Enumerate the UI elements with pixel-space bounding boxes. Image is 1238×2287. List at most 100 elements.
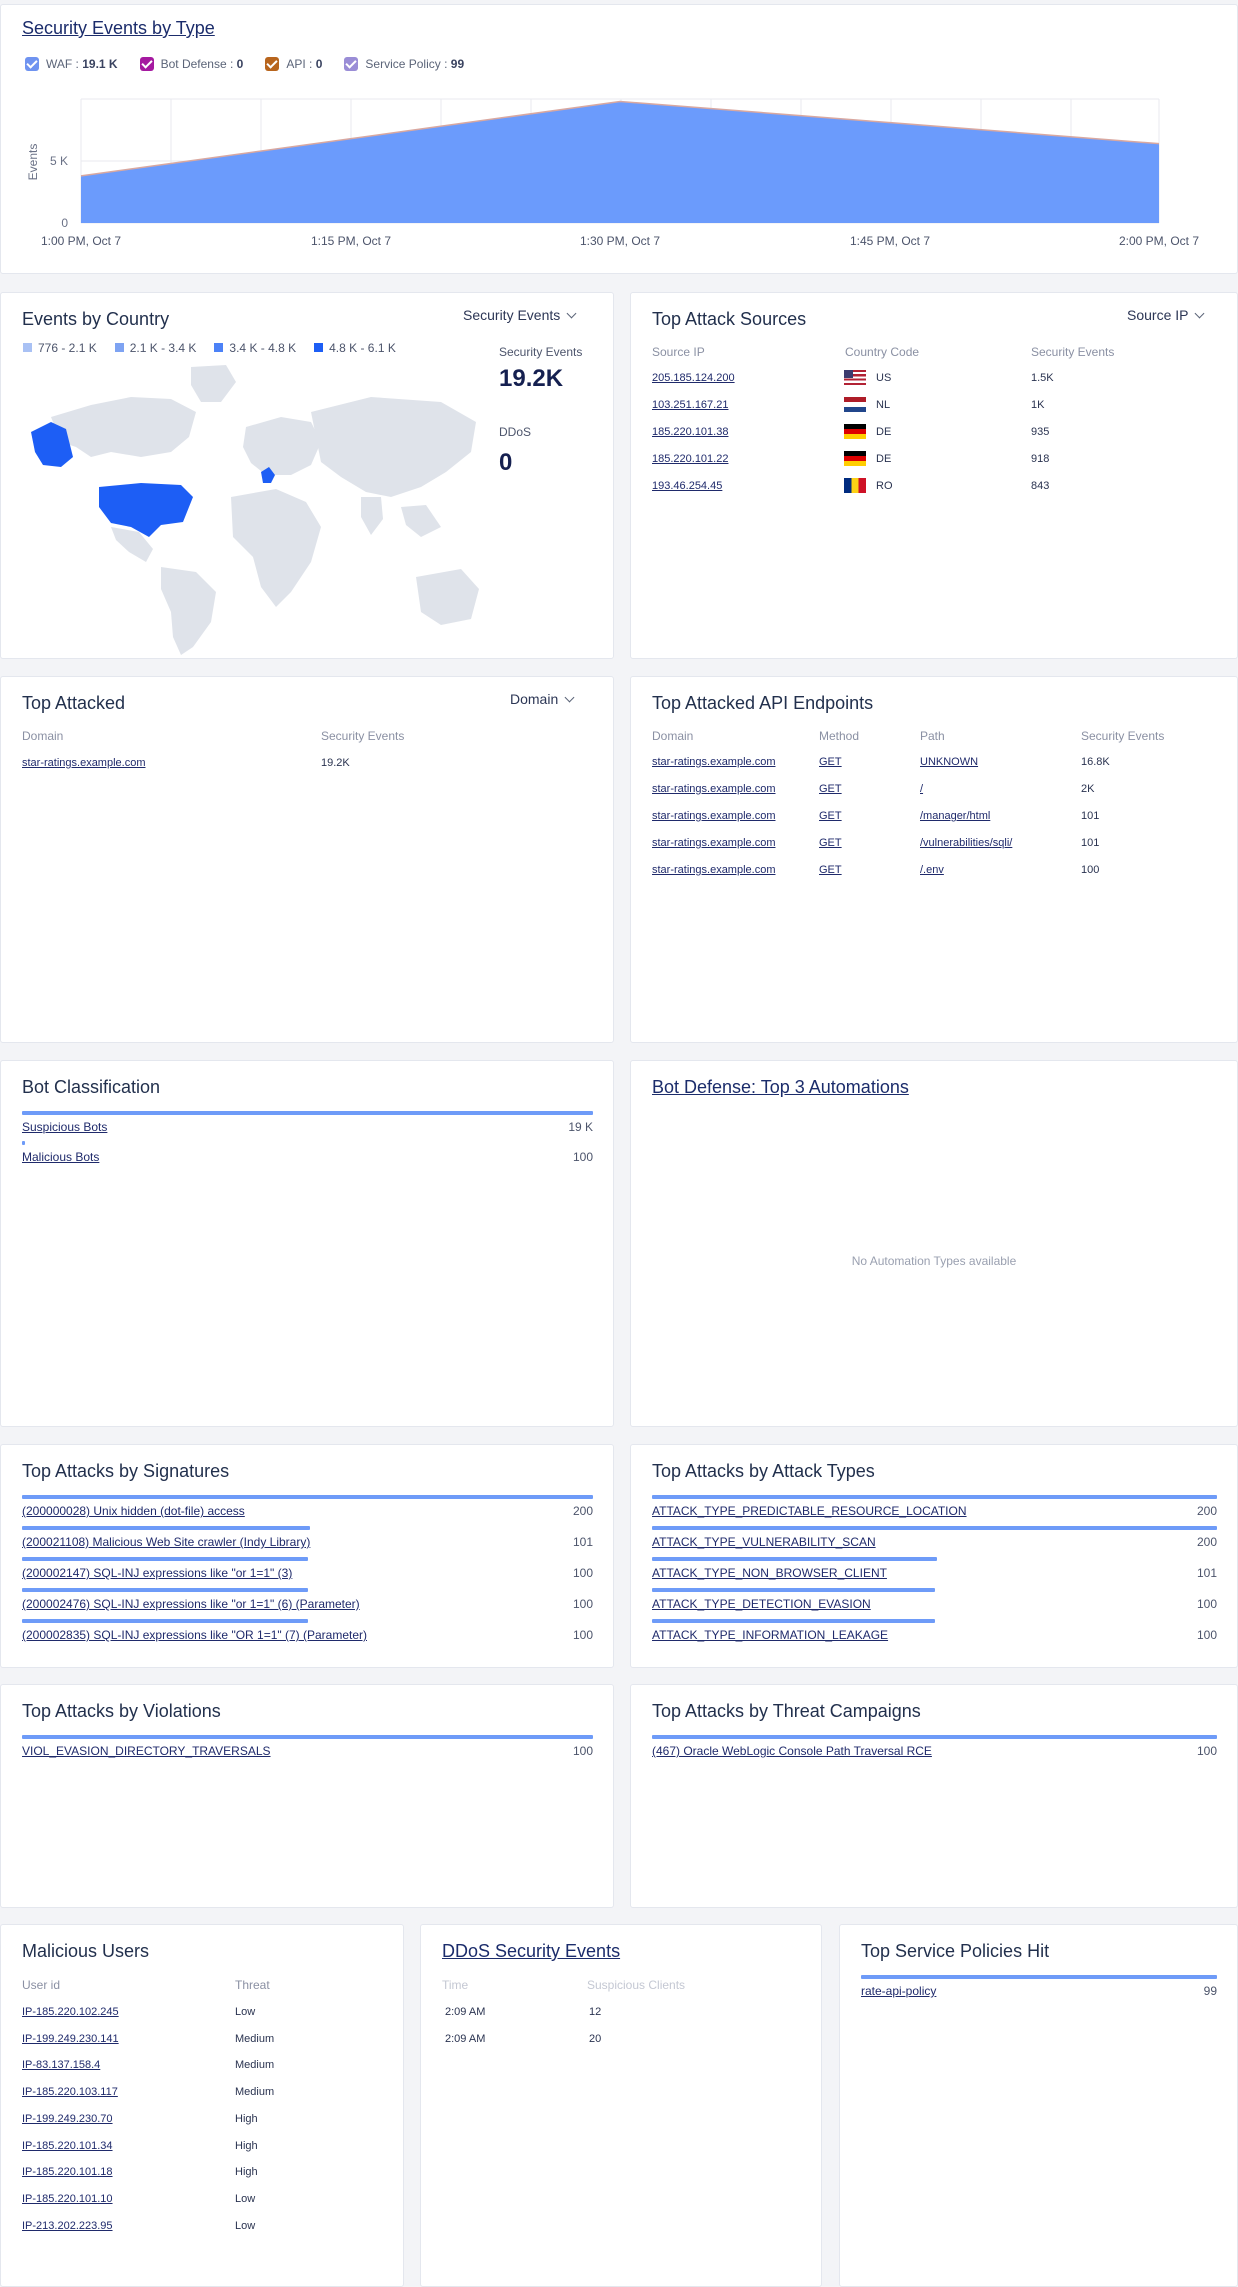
table-row-path[interactable]: /	[920, 783, 923, 795]
bar-label[interactable]: ATTACK_TYPE_VULNERABILITY_SCAN	[652, 1535, 876, 1549]
table-row-domain[interactable]: star-ratings.example.com	[652, 783, 776, 795]
table-row-path[interactable]: /vulnerabilities/sqli/	[920, 837, 1012, 849]
campaigns-title: Top Attacks by Threat Campaigns	[652, 1701, 921, 1721]
bar-list-item[interactable]: (467) Oracle WebLogic Console Path Trave…	[652, 1735, 1217, 1765]
table-row-events: 19.2K	[321, 757, 350, 769]
bar-fill	[22, 1111, 593, 1115]
world-map[interactable]	[21, 357, 481, 657]
table-row-path[interactable]: /.env	[920, 864, 944, 876]
bar-label[interactable]: ATTACK_TYPE_NON_BROWSER_CLIENT	[652, 1566, 887, 1580]
map-africa	[231, 489, 321, 607]
bar-label[interactable]: (467) Oracle WebLogic Console Path Trave…	[652, 1744, 932, 1758]
bar-list-item[interactable]: ATTACK_TYPE_PREDICTABLE_RESOURCE_LOCATIO…	[652, 1495, 1217, 1525]
table-row-user-id[interactable]: IP-213.202.223.95	[22, 2220, 113, 2232]
bar-label[interactable]: (200000028) Unix hidden (dot-file) acces…	[22, 1504, 245, 1518]
bar-list-item[interactable]: VIOL_EVASION_DIRECTORY_TRAVERSALS 100	[22, 1735, 593, 1765]
source-dropdown[interactable]: Source IP	[1127, 307, 1205, 323]
bar-list-item[interactable]: Malicious Bots 100	[22, 1141, 593, 1171]
col-header-time[interactable]: Time	[442, 1978, 468, 1992]
bar-list-item[interactable]: (200000028) Unix hidden (dot-file) acces…	[22, 1495, 593, 1525]
table-row-source-ip[interactable]: 185.220.101.38	[652, 426, 728, 438]
bar-list-item[interactable]: (200002476) SQL-INJ expressions like "or…	[22, 1588, 593, 1618]
col-header-suspicious-clients[interactable]: Suspicious Clients	[587, 1978, 685, 1992]
table-row-source-ip[interactable]: 103.251.167.21	[652, 399, 728, 411]
country-metric-dropdown[interactable]: Security Events	[463, 307, 577, 323]
table-row-user-id[interactable]: IP-185.220.102.245	[22, 2006, 119, 2018]
table-row-path[interactable]: UNKNOWN	[920, 756, 978, 768]
col-header-user-id[interactable]: User id	[22, 1978, 60, 1992]
attacked-dropdown[interactable]: Domain	[510, 691, 575, 707]
bar-label[interactable]: (200021108) Malicious Web Site crawler (…	[22, 1535, 310, 1549]
table-row-method[interactable]: GET	[819, 864, 842, 876]
bar-label[interactable]: Suspicious Bots	[22, 1120, 107, 1134]
bar-label[interactable]: ATTACK_TYPE_INFORMATION_LEAKAGE	[652, 1628, 888, 1642]
table-row-domain[interactable]: star-ratings.example.com	[652, 864, 776, 876]
bar-value: 100	[572, 1628, 593, 1642]
col-header-domain[interactable]: Domain	[652, 729, 693, 743]
bar-list-item[interactable]: rate-api-policy 99	[861, 1975, 1217, 2005]
bar-value: 101	[572, 1535, 593, 1549]
bar-label[interactable]: rate-api-policy	[861, 1984, 936, 1998]
col-header-domain[interactable]: Domain	[22, 729, 63, 743]
bar-list-item[interactable]: (200002147) SQL-INJ expressions like "or…	[22, 1557, 593, 1587]
col-header-security-events[interactable]: Security Events	[321, 729, 404, 743]
col-header-threat[interactable]: Threat	[235, 1978, 270, 1992]
table-row-domain[interactable]: star-ratings.example.com	[652, 837, 776, 849]
dropdown-label: Security Events	[463, 307, 561, 323]
table-row-domain[interactable]: star-ratings.example.com	[652, 810, 776, 822]
col-header-country-code[interactable]: Country Code	[845, 345, 919, 359]
bar-fill	[22, 1141, 25, 1145]
table-row-method[interactable]: GET	[819, 756, 842, 768]
table-row-method[interactable]: GET	[819, 783, 842, 795]
bar-label[interactable]: VIOL_EVASION_DIRECTORY_TRAVERSALS	[22, 1744, 271, 1758]
signatures-title: Top Attacks by Signatures	[22, 1461, 230, 1481]
table-row-threat: Low	[235, 2219, 256, 2232]
violations-title: Top Attacks by Violations	[22, 1701, 221, 1721]
bar-value: 100	[572, 1597, 593, 1611]
col-header-path[interactable]: Path	[920, 729, 945, 743]
map-legend-item: 776 - 2.1 K	[23, 341, 97, 355]
bar-label[interactable]: (200002835) SQL-INJ expressions like "OR…	[22, 1628, 367, 1642]
bar-list-item[interactable]: ATTACK_TYPE_VULNERABILITY_SCAN 200	[652, 1526, 1217, 1556]
col-header-method[interactable]: Method	[819, 729, 859, 743]
table-row-path[interactable]: /manager/html	[920, 810, 990, 822]
col-header-source-ip[interactable]: Source IP	[652, 345, 705, 359]
table-row-domain[interactable]: star-ratings.example.com	[22, 757, 146, 769]
table-row-domain[interactable]: star-ratings.example.com	[652, 756, 776, 768]
table-row-user-id[interactable]: IP-185.220.101.18	[22, 2166, 113, 2178]
bar-list-item[interactable]: ATTACK_TYPE_NON_BROWSER_CLIENT 101	[652, 1557, 1217, 1587]
bar-label[interactable]: (200002147) SQL-INJ expressions like "or…	[22, 1566, 292, 1580]
ddos-title[interactable]: DDoS Security Events	[442, 1941, 620, 1962]
bar-label[interactable]: (200002476) SQL-INJ expressions like "or…	[22, 1597, 360, 1611]
bar-list-item[interactable]: ATTACK_TYPE_INFORMATION_LEAKAGE 100	[652, 1619, 1217, 1649]
table-row-user-id[interactable]: IP-83.137.158.4	[22, 2059, 100, 2071]
bar-label[interactable]: Malicious Bots	[22, 1150, 99, 1164]
bar-fill	[22, 1588, 308, 1592]
col-header-security-events[interactable]: Security Events	[1081, 729, 1164, 743]
table-row-source-ip[interactable]: 193.46.254.45	[652, 480, 722, 492]
bar-value: 101	[1196, 1566, 1217, 1580]
table-row-method[interactable]: GET	[819, 837, 842, 849]
table-row-user-id[interactable]: IP-185.220.101.10	[22, 2193, 113, 2205]
bar-list-item[interactable]: Suspicious Bots 19 K	[22, 1111, 593, 1141]
table-row-source-ip[interactable]: 185.220.101.22	[652, 453, 728, 465]
bar-fill	[22, 1735, 593, 1739]
bar-list-item[interactable]: ATTACK_TYPE_DETECTION_EVASION 100	[652, 1588, 1217, 1618]
bar-label[interactable]: ATTACK_TYPE_PREDICTABLE_RESOURCE_LOCATIO…	[652, 1504, 967, 1518]
automations-title[interactable]: Bot Defense: Top 3 Automations	[652, 1077, 909, 1098]
y-tick-label: 0	[61, 216, 68, 230]
table-row-method[interactable]: GET	[819, 810, 842, 822]
bot-classification-card: Bot Classification Suspicious Bots 19 K Ma…	[0, 1060, 614, 1427]
col-header-security-events[interactable]: Security Events	[1031, 345, 1114, 359]
bar-fill	[652, 1588, 935, 1592]
bar-list-item[interactable]: (200021108) Malicious Web Site crawler (…	[22, 1526, 593, 1556]
bar-list-item[interactable]: (200002835) SQL-INJ expressions like "OR…	[22, 1619, 593, 1649]
y-axis-label: Events	[26, 144, 40, 181]
table-row-user-id[interactable]: IP-199.249.230.141	[22, 2033, 119, 2045]
table-row-source-ip[interactable]: 205.185.124.200	[652, 372, 735, 384]
table-row-user-id[interactable]: IP-199.249.230.70	[22, 2113, 113, 2125]
bar-label[interactable]: ATTACK_TYPE_DETECTION_EVASION	[652, 1597, 871, 1611]
map-se-asia	[401, 505, 441, 537]
table-row-user-id[interactable]: IP-185.220.101.34	[22, 2140, 113, 2152]
table-row-user-id[interactable]: IP-185.220.103.117	[22, 2086, 118, 2098]
